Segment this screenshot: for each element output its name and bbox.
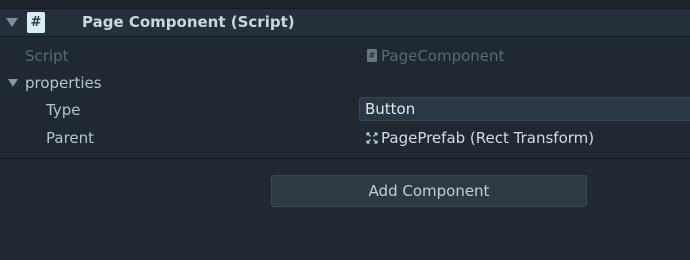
component-header[interactable]: # Page Component (Script) [0,9,690,37]
top-edge [0,0,690,9]
type-label: Type [46,101,81,119]
script-file-icon: # [367,49,377,62]
divider [0,158,690,159]
type-field[interactable]: Button [359,97,690,121]
properties-label[interactable]: properties [25,74,102,92]
script-label: Script [25,47,69,65]
add-component-button[interactable]: Add Component [271,175,587,207]
csharp-script-icon: # [27,12,45,33]
component-title: Page Component (Script) [82,13,295,31]
parent-label: Parent [46,129,95,147]
foldout-arrow-icon[interactable] [6,18,18,27]
properties-foldout-icon[interactable] [8,79,18,87]
script-value: PageComponent [381,47,505,65]
parent-field[interactable]: PagePrefab (Rect Transform) [381,129,594,147]
rect-transform-icon [366,132,378,144]
